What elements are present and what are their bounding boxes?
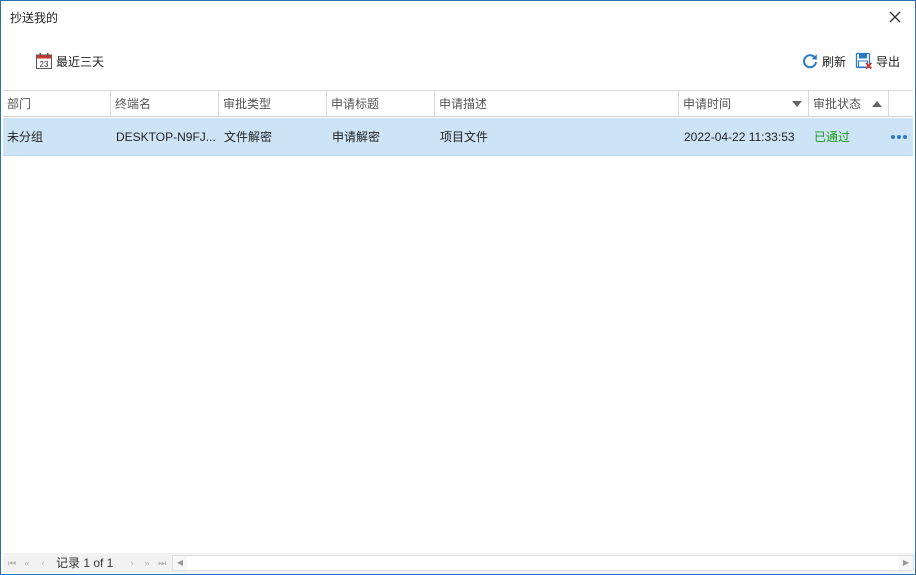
prev-block-button[interactable]: « — [22, 557, 32, 569]
more-actions-button[interactable] — [891, 135, 909, 141]
toolbar: 23 最近三天 刷新 导出 — [1, 45, 915, 77]
pager-bar: ⏮ « ‹ 记录 1 of 1 › » ⏭ ◀ ▶ — [3, 553, 914, 573]
svg-text:23: 23 — [40, 60, 49, 69]
column-header-status-label: 审批状态 — [813, 97, 862, 111]
recent-three-days-button[interactable]: 23 最近三天 — [35, 51, 104, 71]
prev-page-button[interactable]: ‹ — [38, 557, 48, 569]
table-header: 部门 终端名 审批类型 申请标题 申请描述 申请时间 审批状态 — [3, 90, 913, 117]
cell-title: 申请解密 — [332, 130, 381, 144]
cell-status: 已通过 — [814, 130, 851, 144]
column-header-desc[interactable]: 申请描述 — [435, 91, 679, 117]
next-block-button[interactable]: » — [142, 557, 152, 569]
table-row[interactable]: 未分组 DESKTOP-N9FJ... 文件解密 申请解密 项目文件 2022-… — [3, 118, 913, 156]
more-dot-icon — [891, 135, 895, 139]
column-header-title[interactable]: 申请标题 — [327, 91, 435, 117]
sort-asc-icon — [872, 101, 882, 107]
more-dot-icon — [897, 135, 901, 139]
column-header-terminal[interactable]: 终端名 — [111, 91, 219, 117]
cell-dept: 未分组 — [7, 130, 44, 144]
scroll-left-arrow-icon[interactable]: ◀ — [173, 556, 187, 570]
record-count-text: 记录 1 of 1 — [56, 556, 114, 570]
cell-terminal: DESKTOP-N9FJ... — [116, 130, 216, 144]
window-title: 抄送我的 — [10, 11, 59, 25]
title-bar: 抄送我的 — [1, 1, 915, 33]
cell-desc: 项目文件 — [440, 130, 489, 144]
calendar-icon: 23 — [36, 53, 52, 69]
more-dot-icon — [903, 135, 907, 139]
export-button[interactable]: 导出 — [855, 51, 900, 71]
save-export-icon — [855, 52, 873, 70]
next-page-button[interactable]: › — [127, 557, 137, 569]
column-header-type[interactable]: 审批类型 — [219, 91, 327, 117]
refresh-icon — [803, 54, 817, 69]
cell-type: 文件解密 — [224, 130, 273, 144]
column-header-time[interactable]: 申请时间 — [679, 91, 809, 117]
dialog-window: 抄送我的 23 最近三天 刷新 导出 部门 终端名 审批类型 申请标题 申请描述… — [0, 0, 916, 575]
recent-three-days-label: 最近三天 — [56, 54, 105, 69]
scroll-right-arrow-icon[interactable]: ▶ — [899, 556, 913, 570]
close-button[interactable] — [887, 9, 903, 25]
column-header-time-label: 申请时间 — [683, 97, 732, 111]
cell-time: 2022-04-22 11:33:53 — [684, 130, 795, 144]
export-label: 导出 — [876, 54, 901, 69]
first-page-button[interactable]: ⏮ — [7, 557, 17, 569]
column-header-dept[interactable]: 部门 — [3, 91, 111, 117]
close-icon — [889, 11, 901, 23]
refresh-button[interactable]: 刷新 — [801, 51, 846, 71]
refresh-label: 刷新 — [822, 54, 847, 69]
column-header-status[interactable]: 审批状态 — [809, 91, 889, 117]
horizontal-scrollbar[interactable]: ◀ ▶ — [172, 555, 914, 571]
sort-desc-icon — [792, 101, 802, 107]
last-page-button[interactable]: ⏭ — [157, 557, 167, 569]
